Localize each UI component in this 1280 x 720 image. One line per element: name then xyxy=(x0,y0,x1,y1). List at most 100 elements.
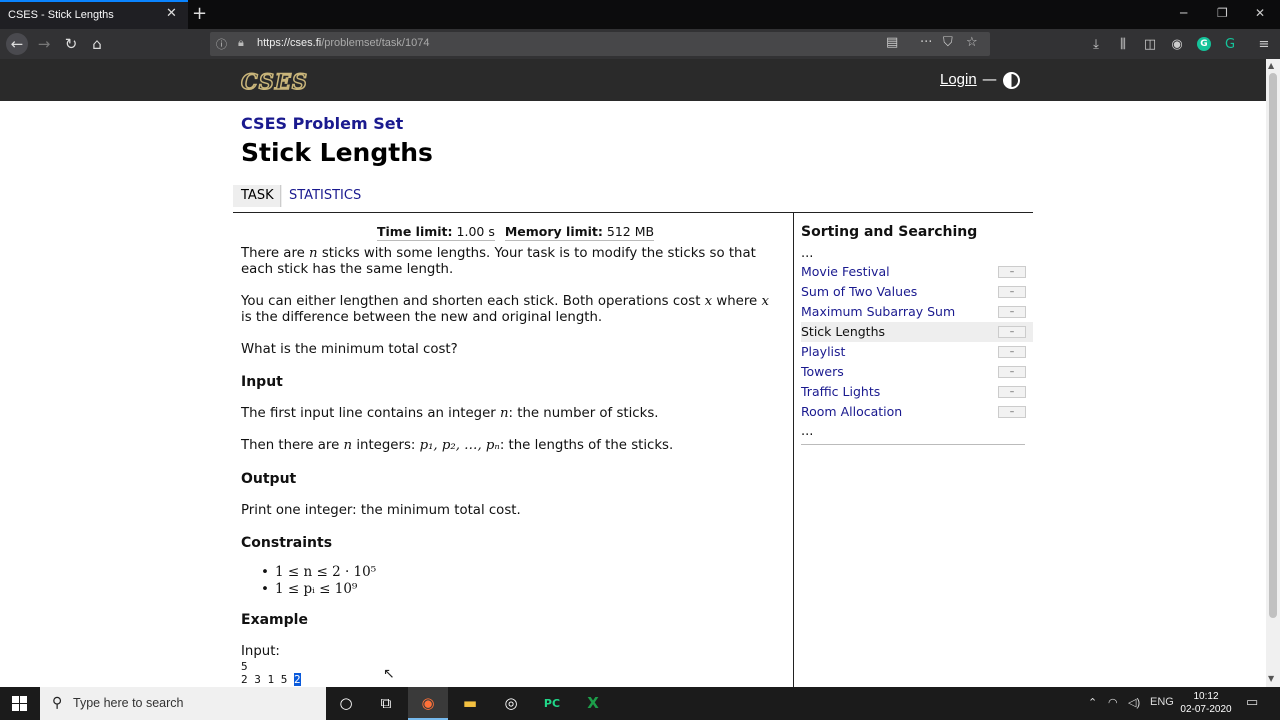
status-badge: – xyxy=(998,266,1026,278)
status-badge: – xyxy=(998,306,1026,318)
download-icon[interactable]: ⤓ xyxy=(1088,37,1104,52)
paragraph-question: What is the minimum total cost? xyxy=(241,342,458,357)
scroll-up-icon[interactable]: ▲ xyxy=(1268,61,1274,70)
new-tab-button[interactable]: + xyxy=(192,3,207,24)
sidebar-item-sum-of-two-values[interactable]: Sum of Two Values – xyxy=(801,282,1033,302)
menu-icon[interactable]: ≡ xyxy=(1256,37,1272,52)
sidebar-dots-bottom: ... xyxy=(801,424,814,439)
info-icon[interactable]: ⓘ xyxy=(216,36,227,52)
paragraph-input-2: Then there are n integers: p₁, p₂, …, pₙ… xyxy=(241,438,674,453)
memory-limit-value: 512 MB xyxy=(606,224,655,239)
taskbar-search-input[interactable]: ⚲ Type here to search xyxy=(40,687,326,720)
sidebar-item-movie-festival[interactable]: Movie Festival – xyxy=(801,262,1033,282)
header-separator: — xyxy=(982,70,997,88)
sidebar-item-towers[interactable]: Towers – xyxy=(801,362,1033,382)
paragraph-intro: There are n sticks with some lengths. Yo… xyxy=(241,246,756,277)
network-icon[interactable]: ◠ xyxy=(1108,696,1118,709)
tray-expand-icon[interactable]: ⌃ xyxy=(1088,696,1097,709)
windows-start-icon[interactable] xyxy=(12,696,27,711)
search-placeholder: Type here to search xyxy=(73,696,184,710)
sidebar-title: Sorting and Searching xyxy=(801,224,978,240)
theme-toggle-icon[interactable] xyxy=(1003,72,1020,89)
system-clock[interactable]: 10:12 02-07-2020 xyxy=(1180,690,1232,716)
status-badge: – xyxy=(998,346,1026,358)
browser-tab[interactable]: CSES - Stick Lengths ✕ xyxy=(0,0,188,29)
selected-text: 2 xyxy=(293,673,301,686)
excel-icon[interactable]: X xyxy=(573,687,613,720)
extension-icon[interactable]: G xyxy=(1222,37,1238,52)
sidebar-divider xyxy=(801,444,1025,445)
page-actions-icon[interactable]: ··· xyxy=(920,35,932,50)
constraint-item: 1 ≤ pᵢ ≤ 10⁹ xyxy=(259,581,376,598)
sidebar-item-room-allocation[interactable]: Room Allocation – xyxy=(801,402,1033,422)
bookmark-star-icon[interactable]: ☆ xyxy=(966,35,978,50)
divider xyxy=(233,212,1033,213)
tab-close-icon[interactable]: ✕ xyxy=(166,6,177,21)
volume-icon[interactable]: ◁) xyxy=(1128,696,1140,709)
breadcrumb[interactable]: CSES Problem Set xyxy=(241,114,403,133)
page-title: Stick Lengths xyxy=(241,138,433,167)
site-header: CSES Login — xyxy=(0,59,1266,101)
tab-statistics[interactable]: STATISTICS xyxy=(280,185,369,207)
url-bar[interactable]: ⓘ 🔒︎ https://cses.fi/problemset/task/107… xyxy=(210,32,990,56)
tab-task[interactable]: TASK xyxy=(233,185,282,207)
page-scrollbar[interactable]: ▲ ▼ xyxy=(1266,59,1280,687)
time-limit-value: 1.00 s xyxy=(456,224,495,239)
file-explorer-icon[interactable]: ▬ xyxy=(450,687,490,720)
status-badge: – xyxy=(998,406,1026,418)
example-input-label: Input: xyxy=(241,644,280,659)
account-icon[interactable]: ◉ xyxy=(1169,37,1185,52)
scroll-down-icon[interactable]: ▼ xyxy=(1268,674,1274,683)
task-view-icon[interactable]: ⧉ xyxy=(366,687,406,720)
close-window-icon[interactable]: ✕ xyxy=(1255,6,1265,20)
sidebar-dots-top: ... xyxy=(801,246,814,261)
pocket-icon[interactable]: ⛉ xyxy=(943,35,953,50)
browser-tab-bar: CSES - Stick Lengths ✕ + ─ ❐ ✕ xyxy=(0,0,1280,29)
example-line-2: 2 3 1 5 2 xyxy=(241,673,301,686)
status-badge: – xyxy=(998,386,1026,398)
limits: Time limit: 1.00 s Memory limit: 512 MB xyxy=(377,224,655,241)
paragraph-output: Print one integer: the minimum total cos… xyxy=(241,503,521,518)
windows-taskbar: ⚲ Type here to search ○ ⧉ ◉ ▬ ◎ PC X ⌃ ◠… xyxy=(0,687,1280,720)
notification-icon[interactable]: ▭ xyxy=(1246,694,1258,710)
example-line-1: 5 xyxy=(241,660,248,673)
login-link[interactable]: Login xyxy=(940,71,977,88)
sidebar-item-stick-lengths[interactable]: Stick Lengths – xyxy=(801,322,1033,342)
search-icon: ⚲ xyxy=(52,695,63,711)
sidebar-item-traffic-lights[interactable]: Traffic Lights – xyxy=(801,382,1033,402)
constraints-list: 1 ≤ n ≤ 2 · 10⁵ 1 ≤ pᵢ ≤ 10⁹ xyxy=(259,564,376,598)
tab-title: CSES - Stick Lengths xyxy=(8,9,114,21)
status-badge: – xyxy=(998,286,1026,298)
status-badge: – xyxy=(998,326,1026,338)
minimize-icon[interactable]: ─ xyxy=(1180,6,1187,20)
time-limit-label: Time limit: xyxy=(377,224,453,239)
language-indicator[interactable]: ENG xyxy=(1150,696,1174,708)
url-text[interactable]: https://cses.fi/problemset/task/1074 xyxy=(257,37,429,49)
sidebar-item-maximum-subarray-sum[interactable]: Maximum Subarray Sum – xyxy=(801,302,1033,322)
paragraph-input-1: The first input line contains an integer… xyxy=(241,406,659,421)
scroll-thumb[interactable] xyxy=(1269,73,1277,618)
status-badge: – xyxy=(998,366,1026,378)
page-content: CSES Problem Set Stick Lengths TASK STAT… xyxy=(0,101,1266,687)
restore-icon[interactable]: ❐ xyxy=(1217,6,1228,20)
sidebar-item-playlist[interactable]: Playlist – xyxy=(801,342,1033,362)
column-divider xyxy=(793,212,794,687)
pycharm-icon[interactable]: PC xyxy=(532,687,572,720)
forward-icon[interactable]: → xyxy=(34,34,54,54)
firefox-icon[interactable]: ◉ xyxy=(408,687,448,720)
obs-icon[interactable]: ◎ xyxy=(491,687,531,720)
heading-constraints: Constraints xyxy=(241,535,333,551)
home-icon[interactable]: ⌂ xyxy=(87,34,107,54)
browser-nav-bar: ← → ↻ ⌂ ⓘ 🔒︎ https://cses.fi/problemset/… xyxy=(0,29,1280,59)
heading-input: Input xyxy=(241,374,283,390)
library-icon[interactable]: ⫼ xyxy=(1115,37,1131,52)
reload-icon[interactable]: ↻ xyxy=(61,34,81,54)
sidebar-icon[interactable]: ◫ xyxy=(1142,37,1158,52)
lock-icon[interactable]: 🔒︎ xyxy=(238,36,244,50)
back-icon[interactable]: ← xyxy=(6,33,28,55)
grammarly-icon[interactable]: G xyxy=(1197,37,1211,51)
cortana-icon[interactable]: ○ xyxy=(326,687,366,720)
reader-view-icon[interactable]: ▤ xyxy=(886,35,898,50)
cses-logo[interactable]: CSES xyxy=(240,68,308,95)
heading-example: Example xyxy=(241,612,308,628)
